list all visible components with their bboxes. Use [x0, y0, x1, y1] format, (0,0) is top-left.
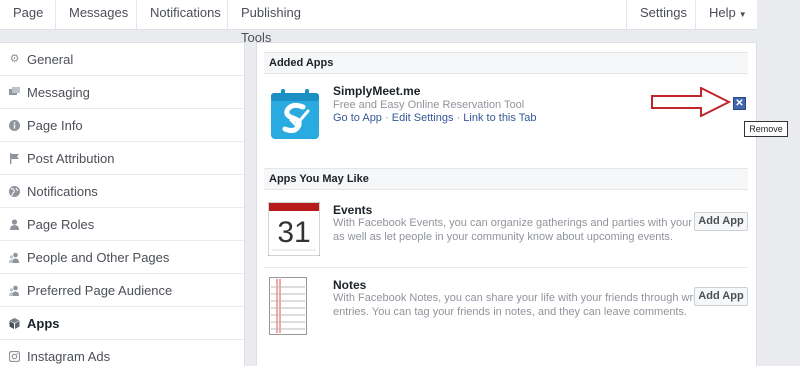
message-icon: [9, 87, 20, 98]
added-apps-heading: Added Apps: [264, 52, 748, 74]
people-icon: [9, 252, 20, 263]
help-label: Help: [709, 5, 736, 20]
tab-publishing-tools[interactable]: Publishing Tools: [228, 0, 336, 45]
people-icon: [9, 285, 20, 296]
sidebar-item-label: Messaging: [27, 85, 90, 100]
sidebar-item-label: Notifications: [27, 184, 98, 199]
tab-settings[interactable]: Settings: [626, 0, 696, 29]
sidebar-item-label: Preferred Page Audience: [27, 283, 173, 298]
link-to-tab-link[interactable]: Link to this Tab: [463, 112, 536, 124]
sidebar-item-general[interactable]: ⚙ General: [0, 43, 244, 76]
calendar-day-number: 31: [277, 216, 310, 249]
simplymeet-app-icon[interactable]: [271, 89, 319, 144]
person-icon: [9, 219, 20, 230]
events-app-name[interactable]: Events: [333, 203, 372, 217]
remove-tooltip: Remove: [744, 121, 788, 137]
sidebar-item-messaging[interactable]: Messaging: [0, 76, 244, 109]
remove-app-button[interactable]: ✕: [733, 97, 746, 110]
tab-page[interactable]: Page: [0, 0, 56, 29]
notes-app-icon[interactable]: [269, 277, 307, 340]
sidebar-item-apps[interactable]: Apps: [0, 307, 244, 340]
add-events-app-button[interactable]: Add App: [694, 212, 748, 231]
go-to-app-link[interactable]: Go to App: [333, 112, 382, 124]
caret-down-icon: ▼: [738, 10, 747, 19]
row-divider: [264, 267, 748, 268]
sidebar-item-label: Page Info: [27, 118, 83, 133]
sidebar-item-label: Instagram Ads: [27, 349, 111, 364]
sidebar-item-people-and-other-pages[interactable]: People and Other Pages: [0, 241, 244, 274]
flag-icon: [9, 153, 20, 164]
sidebar-item-label: Post Attribution: [27, 151, 115, 166]
tab-help[interactable]: Help ▼: [696, 0, 756, 29]
sidebar-item-page-roles[interactable]: Page Roles: [0, 208, 244, 241]
edit-settings-link[interactable]: Edit Settings: [392, 112, 454, 124]
link-separator: ·: [385, 112, 389, 124]
sidebar-item-label: Page Roles: [27, 217, 95, 232]
sidebar-item-page-info[interactable]: Page Info: [0, 109, 244, 142]
sidebar-item-label: General: [27, 52, 74, 67]
events-app-description-line1: With Facebook Events, you can organize g…: [333, 217, 732, 229]
added-app-description: Free and Easy Online Reservation Tool: [333, 99, 525, 111]
page-top-nav: Page Messages Notifications Publishing T…: [0, 0, 800, 45]
tab-messages[interactable]: Messages: [56, 0, 137, 29]
settings-sidebar: ⚙ General Messaging Page Info Post Attri…: [0, 42, 245, 366]
globe-icon: [9, 186, 20, 197]
add-notes-app-button[interactable]: Add App: [694, 287, 748, 306]
events-app-icon[interactable]: 31: [267, 201, 321, 261]
apps-you-may-like-heading: Apps You May Like: [264, 168, 748, 190]
link-separator: ·: [456, 112, 461, 124]
cube-icon: [9, 318, 20, 329]
notes-app-description-line2: entries. You can tag your friends in not…: [333, 306, 688, 318]
info-icon: [9, 120, 20, 131]
events-app-description-line2: as well as let people in your community …: [333, 231, 673, 243]
sidebar-item-preferred-page-audience[interactable]: Preferred Page Audience: [0, 274, 244, 307]
tab-notifications[interactable]: Notifications: [137, 0, 228, 29]
sidebar-item-instagram-ads[interactable]: Instagram Ads: [0, 340, 244, 366]
notes-app-description-line1: With Facebook Notes, you can share your …: [333, 292, 714, 304]
sidebar-item-label: Apps: [27, 316, 60, 331]
instagram-icon: [8, 350, 21, 363]
sidebar-item-label: People and Other Pages: [27, 250, 170, 265]
right-gutter: [757, 0, 800, 366]
annotation-arrow-icon: [651, 86, 732, 122]
added-app-links: Go to App · Edit Settings · Link to this…: [333, 112, 536, 124]
sidebar-item-notifications[interactable]: Notifications: [0, 175, 244, 208]
gear-icon: ⚙: [9, 53, 20, 65]
notes-app-name[interactable]: Notes: [333, 278, 366, 292]
sidebar-item-post-attribution[interactable]: Post Attribution: [0, 142, 244, 175]
added-app-name[interactable]: SimplyMeet.me: [333, 84, 420, 98]
